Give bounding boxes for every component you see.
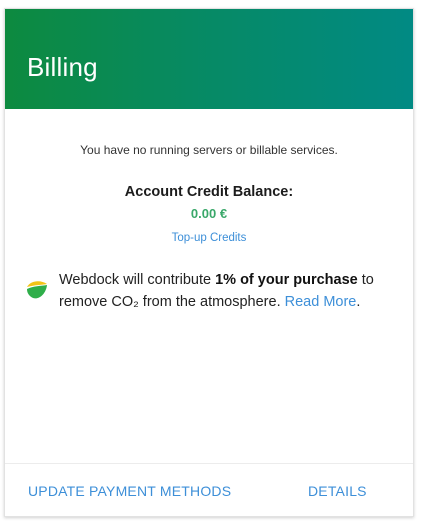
eco-text-end: .	[356, 294, 361, 310]
page-title: Billing	[27, 52, 98, 82]
read-more-link[interactable]: Read More	[285, 294, 357, 310]
eco-text-before: Webdock will contribute	[59, 272, 216, 288]
balance-value: 0.00 €	[190, 206, 228, 221]
billing-card: Billing You have no running servers or b…	[4, 8, 414, 517]
topup-credits-link[interactable]: Top-up Credits	[5, 232, 413, 244]
details-button[interactable]: DETAILS	[308, 483, 367, 499]
leaf-icon	[25, 278, 49, 302]
update-payment-methods-button[interactable]: UPDATE PAYMENT METHODS	[28, 483, 231, 499]
balance-label: Account Credit Balance:	[124, 184, 294, 200]
eco-text: Webdock will contribute 1% of your purch…	[59, 269, 399, 313]
billing-status-text: You have no running servers or billable …	[80, 143, 338, 157]
eco-text-bold: 1% of your purchase	[215, 272, 358, 288]
card-header: Billing	[5, 9, 413, 109]
footer-divider	[5, 463, 413, 464]
